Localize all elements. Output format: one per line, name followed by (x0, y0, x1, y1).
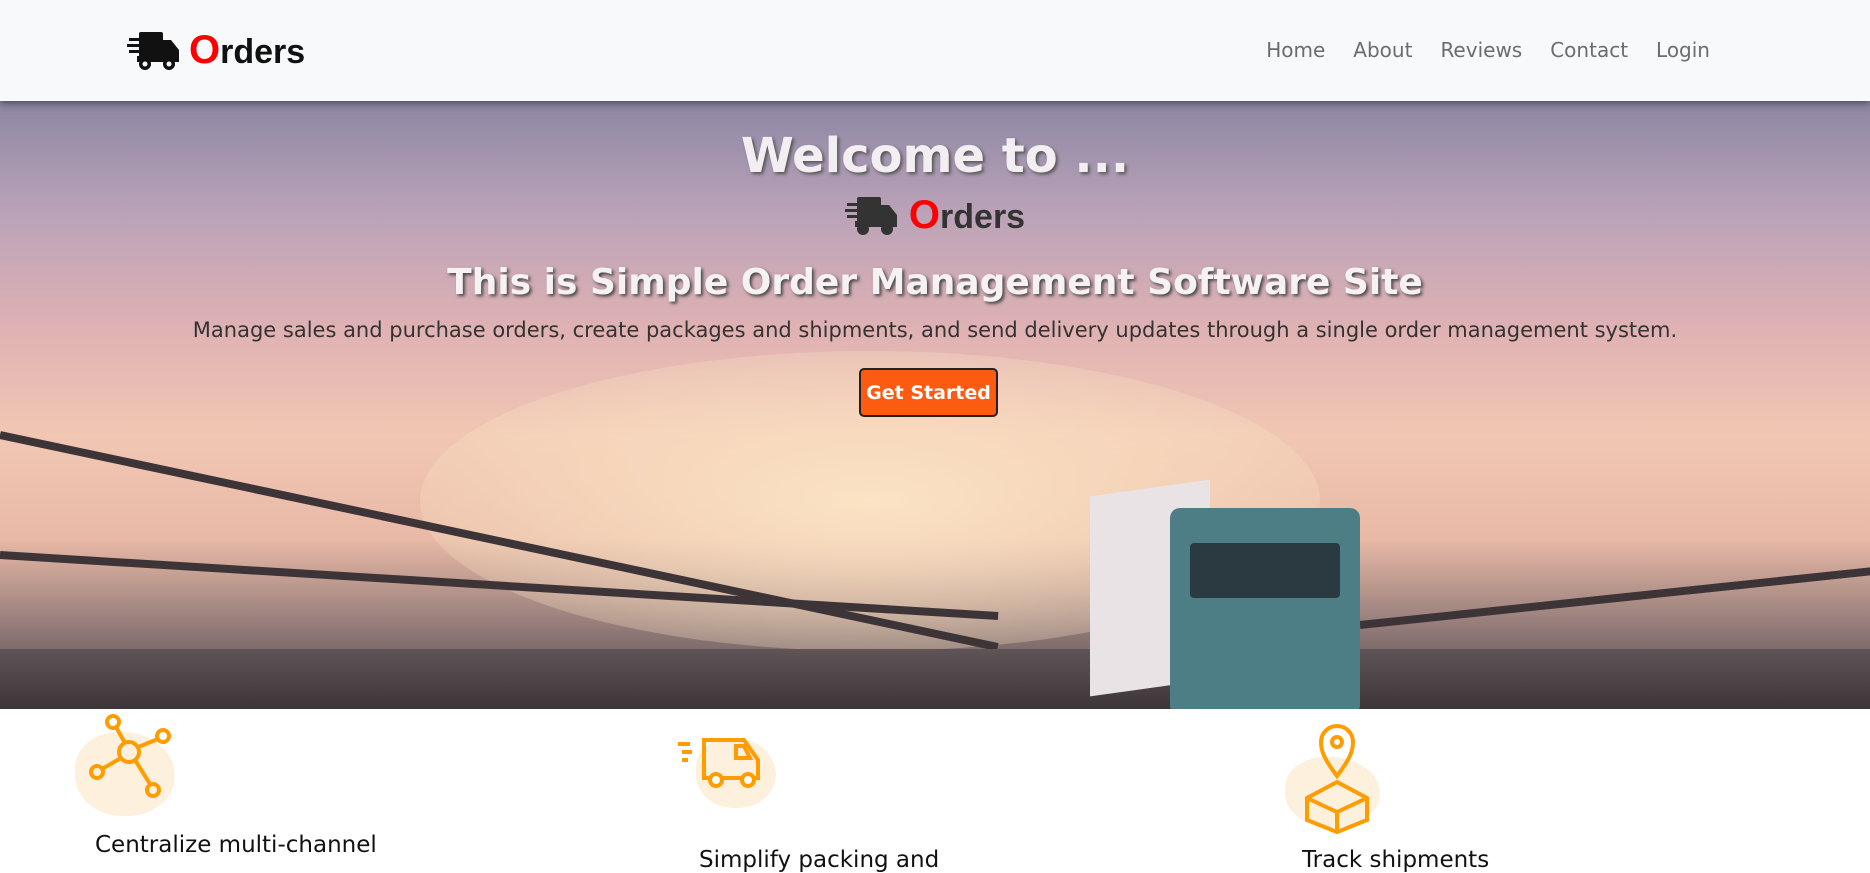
nav-login[interactable]: Login (1656, 38, 1710, 62)
truck-image (1090, 479, 1370, 709)
hero-description: Manage sales and purchase orders, create… (192, 318, 1678, 342)
truck-icon (844, 196, 897, 235)
brand-name: rders (220, 33, 306, 71)
hero-subtitle: This is Simple Order Management Software… (447, 262, 1423, 303)
nav-reviews[interactable]: Reviews (1440, 38, 1522, 62)
delivery-truck-icon (678, 738, 760, 788)
location-box-icon (1305, 724, 1369, 834)
brand-logo[interactable]: Orders (127, 28, 305, 73)
get-started-button[interactable]: Get Started (859, 368, 998, 417)
brand-initial: O (189, 28, 221, 72)
nav-home[interactable]: Home (1266, 38, 1325, 62)
hero-logo: Orders (0, 193, 1870, 238)
feature-title: Centralize multi-channel (95, 832, 377, 858)
nav-about[interactable]: About (1353, 38, 1412, 62)
road (0, 649, 1870, 709)
feature-title: Simplify packing and (699, 847, 940, 873)
nav-contact[interactable]: Contact (1550, 38, 1628, 62)
truck-icon (127, 31, 179, 70)
bridge-railing-right (1359, 566, 1870, 629)
hero-welcome: Welcome to ... (740, 128, 1130, 184)
hero-logo-name: rders (940, 198, 1026, 236)
navbar: Orders Home About Reviews Contact Login (0, 0, 1870, 101)
network-hub-icon (89, 714, 171, 798)
feature-title: Track shipments (1302, 847, 1490, 873)
hero-logo-initial: O (908, 193, 941, 237)
